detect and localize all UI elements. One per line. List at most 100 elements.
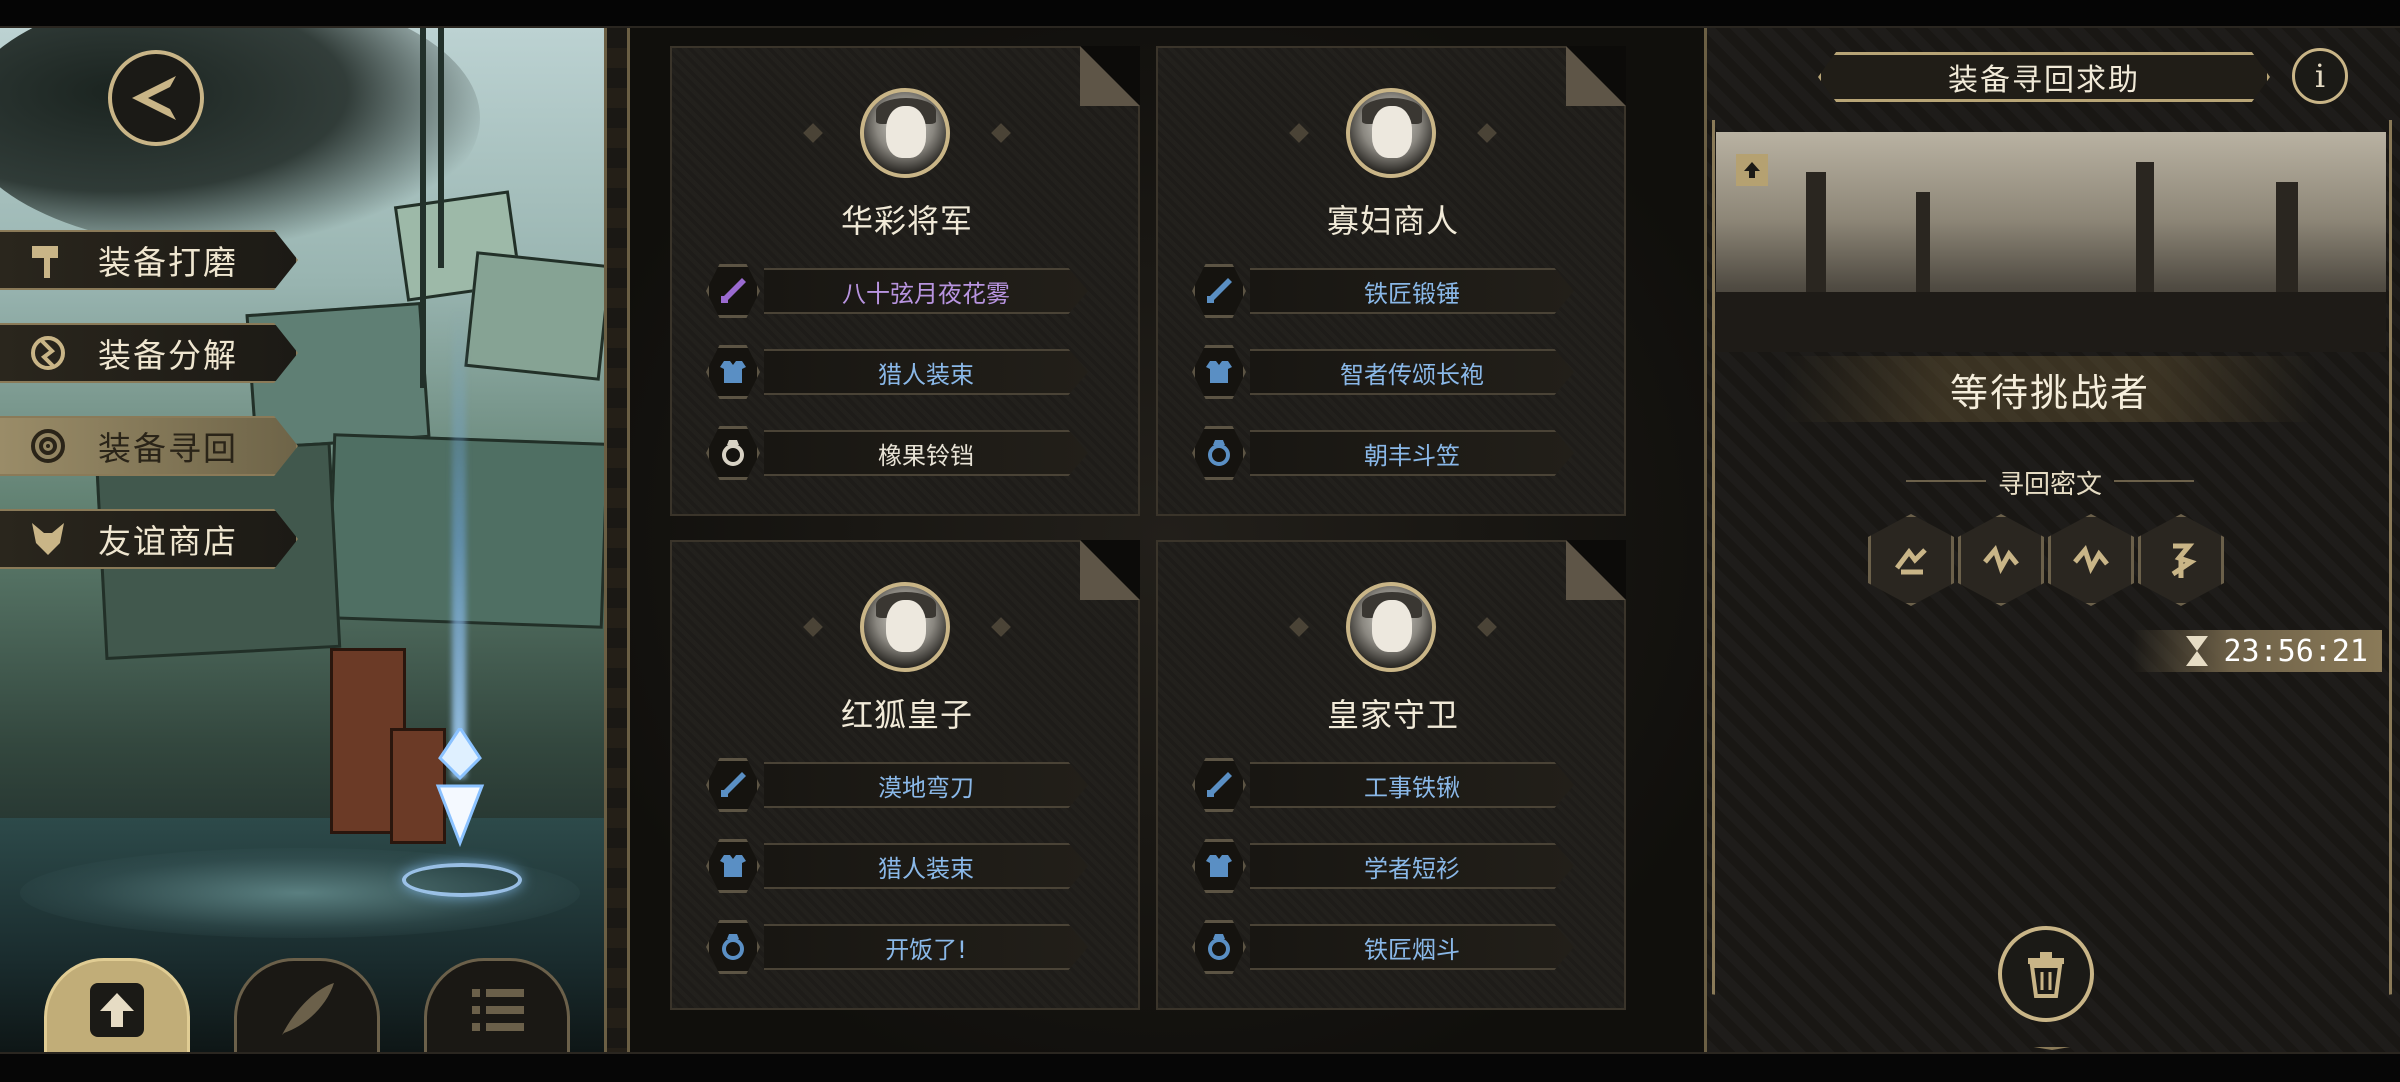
scene-rock <box>464 251 604 381</box>
bottom-border <box>0 1052 2400 1082</box>
boss-name: 皇家守卫 <box>1326 696 1459 734</box>
item-row[interactable]: 漠地弯刀 <box>706 758 1106 812</box>
upload-icon[interactable] <box>1736 154 1768 186</box>
top-border <box>0 0 2400 28</box>
boss-portrait <box>1346 88 1436 178</box>
card-corner <box>1566 46 1626 106</box>
boss-card-1[interactable]: 寡妇商人 铁匠锻锤 智者传颂长袍 朝丰斗笠 <box>1156 46 1626 516</box>
card-ornament <box>1477 617 1497 637</box>
fox-icon <box>24 515 72 563</box>
armor-icon <box>1192 345 1246 399</box>
timer-value: 23:56:21 <box>2223 633 2369 669</box>
boss-name: 寡妇商人 <box>1326 202 1459 240</box>
item-name: 铁匠锻锤 <box>1250 268 1574 314</box>
item-row[interactable]: 猎人装束 <box>706 839 1106 893</box>
item-row[interactable]: 学者短衫 <box>1192 839 1592 893</box>
boss-portrait <box>860 582 950 672</box>
item-row[interactable]: 猎人装束 <box>706 345 1106 399</box>
scene-vine <box>438 28 444 268</box>
ring-icon <box>1192 920 1246 974</box>
list-icon <box>472 988 524 1031</box>
menu-item-retrieve[interactable]: 装备寻回 <box>0 416 298 476</box>
item-row[interactable]: 铁匠烟斗 <box>1192 920 1592 974</box>
card-ornament <box>1477 123 1497 143</box>
item-row[interactable]: 铁匠锻锤 <box>1192 264 1592 318</box>
item-row[interactable]: 开饭了! <box>706 920 1106 974</box>
scene-vine <box>420 28 426 388</box>
item-name: 智者传颂长袍 <box>1250 349 1574 395</box>
hammer-icon <box>24 236 72 284</box>
item-row[interactable]: 八十弦月夜花雾 <box>706 264 1106 318</box>
scene-ground <box>1716 292 2386 352</box>
menu-item-label: 友谊商店 <box>98 522 238 561</box>
sword-icon <box>706 264 760 318</box>
menu-item-friendship-shop[interactable]: 友谊商店 <box>0 509 298 569</box>
back-arrow-icon <box>132 76 176 120</box>
item-name: 学者短衫 <box>1250 843 1574 889</box>
item-name: 橡果铃铛 <box>764 430 1088 476</box>
menu-item-polish[interactable]: 装备打磨 <box>0 230 298 290</box>
card-ornament <box>991 123 1011 143</box>
feather-icon <box>282 982 334 1035</box>
card-ornament <box>803 123 823 143</box>
sword-icon <box>1192 758 1246 812</box>
sword-icon <box>706 758 760 812</box>
trash-button[interactable] <box>1998 926 2094 1022</box>
boss-portrait <box>860 88 950 178</box>
item-row[interactable]: 橡果铃铛 <box>706 426 1106 480</box>
card-corner <box>1566 540 1626 600</box>
item-row[interactable]: 工事铁锹 <box>1192 758 1592 812</box>
ring-icon <box>706 920 760 974</box>
menu-item-label: 装备分解 <box>98 336 238 375</box>
divider-line <box>2114 480 2194 482</box>
boss-card-0[interactable]: 华彩将军 八十弦月夜花雾 猎人装束 橡果铃铛 <box>670 46 1140 516</box>
tab-upload[interactable] <box>44 958 190 1058</box>
sword-icon <box>1192 264 1246 318</box>
item-row[interactable]: 朝丰斗笠 <box>1192 426 1592 480</box>
hourglass-icon <box>2186 636 2208 666</box>
card-corner <box>1080 540 1140 600</box>
trash-icon <box>2028 952 2064 998</box>
rune-glyph-icon <box>1895 547 1927 575</box>
rune-glyph-icon <box>1983 544 2019 575</box>
item-name: 猎人装束 <box>764 843 1088 889</box>
boss-name: 红狐皇子 <box>840 696 973 734</box>
item-name: 猎人装束 <box>764 349 1088 395</box>
menu-item-disassemble[interactable]: 装备分解 <box>0 323 298 383</box>
card-corner <box>1080 46 1140 106</box>
boss-card-3[interactable]: 皇家守卫 工事铁锹 学者短衫 铁匠烟斗 <box>1156 540 1626 1010</box>
target-icon <box>24 422 72 470</box>
item-name: 八十弦月夜花雾 <box>764 268 1088 314</box>
teleport-ring <box>402 863 522 897</box>
menu-item-label: 装备寻回 <box>98 429 238 468</box>
boss-card-2[interactable]: 红狐皇子 漠地弯刀 猎人装束 开饭了! <box>670 540 1140 1010</box>
item-name: 朝丰斗笠 <box>1250 430 1574 476</box>
item-name: 漠地弯刀 <box>764 762 1088 808</box>
menu-item-label: 装备打磨 <box>98 243 238 282</box>
panel-divider <box>604 28 630 1052</box>
armor-icon <box>706 839 760 893</box>
item-name: 开饭了! <box>764 924 1088 970</box>
crystal-marker-icon[interactable] <box>430 728 490 848</box>
item-row[interactable]: 智者传颂长袍 <box>1192 345 1592 399</box>
ring-icon <box>1192 426 1246 480</box>
status-text: 等待挑战者 <box>1784 356 2316 422</box>
card-ornament <box>991 617 1011 637</box>
card-ornament <box>1289 617 1309 637</box>
armor-icon <box>1192 839 1246 893</box>
tab-feather[interactable] <box>234 958 380 1058</box>
panel-title: 装备寻回求助 <box>1818 52 2270 102</box>
boss-name: 华彩将军 <box>840 202 973 240</box>
card-ornament <box>1289 123 1309 143</box>
boss-portrait <box>1346 582 1436 672</box>
info-button[interactable]: i <box>2292 48 2348 104</box>
item-name: 工事铁锹 <box>1250 762 1574 808</box>
rune-glyph-icon <box>2073 544 2109 575</box>
tab-list[interactable] <box>424 958 570 1058</box>
rune-glyph-icon <box>2171 543 2197 578</box>
stage-preview <box>1716 132 2386 352</box>
item-name: 铁匠烟斗 <box>1250 924 1574 970</box>
ring-icon <box>706 426 760 480</box>
back-button[interactable] <box>108 50 204 146</box>
upload-icon <box>90 982 144 1037</box>
